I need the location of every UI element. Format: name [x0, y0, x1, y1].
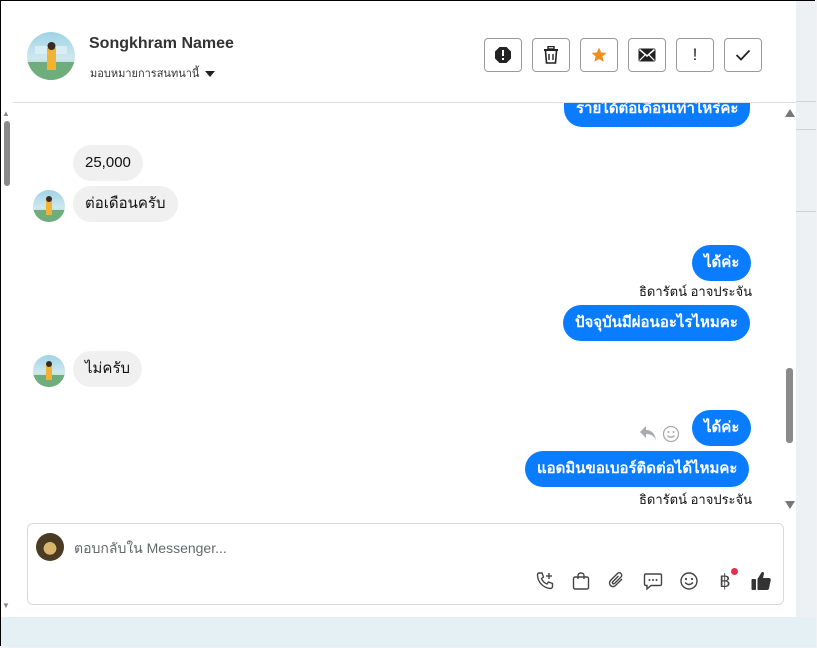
thread-scrollbar[interactable]	[783, 103, 796, 509]
star-icon	[591, 47, 607, 62]
mail-icon	[638, 48, 656, 62]
thumbs-up-icon[interactable]	[750, 570, 772, 592]
background-panel-edge	[796, 1, 816, 647]
caret-down-icon	[205, 71, 216, 78]
spam-icon	[495, 47, 511, 63]
reply-composer: ฿	[27, 523, 784, 605]
phone-add-icon[interactable]	[534, 570, 556, 592]
incoming-message[interactable]: ไม่ครับ	[73, 351, 143, 387]
chat-bubble-icon[interactable]	[642, 570, 664, 592]
baht-icon[interactable]: ฿	[714, 568, 738, 592]
contact-avatar[interactable]	[27, 32, 75, 80]
contact-name[interactable]: Songkhram Namee	[89, 35, 234, 53]
sender-name: ธิดารัตน์ อาจประจัน	[639, 284, 753, 299]
sender-name: ธิดารัตน์ อาจประจัน	[639, 492, 753, 507]
thread-scroll-down-arrow[interactable]	[785, 501, 795, 509]
page-avatar	[36, 533, 64, 561]
background-strip	[1, 617, 816, 647]
assign-label: มอบหมายการสนทนานี้	[90, 68, 200, 80]
reply-icon[interactable]	[639, 425, 657, 446]
outgoing-message[interactable]: ได้ค่ะ	[692, 245, 752, 281]
scroll-up-arrow[interactable]: ▲	[2, 109, 10, 118]
outgoing-message[interactable]: ได้ค่ะ	[692, 410, 752, 446]
assign-conversation-dropdown[interactable]: มอบหมายการสนทนานี้	[90, 64, 216, 82]
page-scroll-thumb[interactable]	[4, 121, 10, 186]
outgoing-message[interactable]: แอดมินขอเบอร์ติดต่อได้ไหมคะ	[525, 451, 750, 487]
mark-done-button[interactable]	[724, 38, 762, 72]
react-emoji-icon[interactable]	[662, 425, 680, 448]
outgoing-message[interactable]: ปัจจุบันมีผ่อนอะไรไหมคะ	[563, 305, 750, 341]
thread-scroll-up-arrow[interactable]	[785, 109, 795, 117]
mark-spam-button[interactable]	[484, 38, 522, 72]
incoming-message[interactable]: 25,000	[73, 145, 143, 181]
incoming-message[interactable]: ต่อเดือนครับ	[73, 186, 178, 222]
contact-avatar-small[interactable]	[33, 190, 65, 222]
paperclip-icon[interactable]	[606, 570, 628, 592]
star-button[interactable]	[580, 38, 618, 72]
scroll-down-arrow[interactable]: ▼	[2, 601, 10, 610]
app-window: ▲ ▼ Songkhram Namee มอบหมายการสนทนานี้ !…	[0, 0, 816, 647]
emoji-icon[interactable]	[678, 570, 700, 592]
reply-input[interactable]	[72, 534, 676, 562]
follow-up-button[interactable]: !	[676, 38, 714, 72]
shopping-bag-icon[interactable]	[570, 570, 592, 592]
notification-dot	[731, 568, 738, 575]
trash-icon	[544, 46, 558, 64]
conversation-panel: Songkhram Namee มอบหมายการสนทนานี้ ! ราย…	[13, 9, 796, 617]
conversation-header: Songkhram Namee มอบหมายการสนทนานี้ !	[13, 9, 796, 103]
baht-symbol: ฿	[719, 571, 731, 591]
outgoing-message[interactable]: รายได้ต่อเดือนเท่าไหร่คะ	[564, 103, 751, 127]
mark-unread-button[interactable]	[628, 38, 666, 72]
thread-scroll-thumb[interactable]	[786, 368, 793, 443]
message-thread[interactable]: รายได้ต่อเดือนเท่าไหร่คะ 25,000 ต่อเดือน…	[13, 103, 796, 509]
delete-button[interactable]	[532, 38, 570, 72]
check-icon	[735, 49, 751, 61]
alert-icon: !	[692, 45, 698, 64]
page-scrollbar[interactable]: ▲ ▼	[1, 101, 13, 617]
contact-avatar-small[interactable]	[33, 355, 65, 387]
